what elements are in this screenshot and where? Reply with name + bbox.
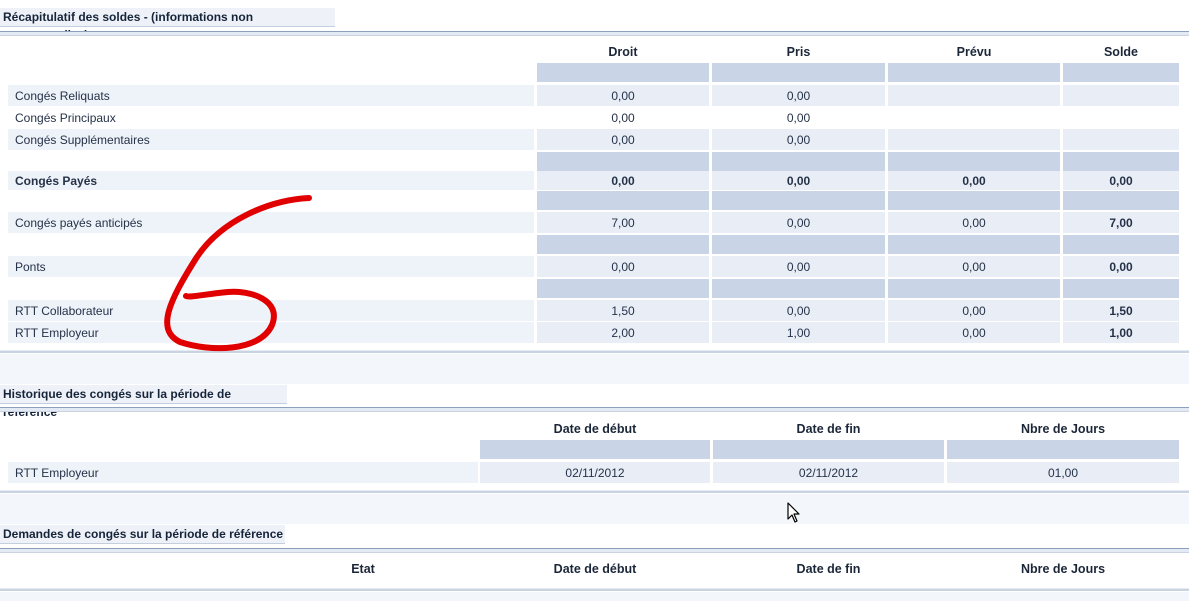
- cell-prevu: 0,00: [962, 326, 986, 340]
- row-label: RTT Employeur: [15, 326, 99, 340]
- section-title-historique: Historique des congés sur la période de …: [0, 385, 287, 419]
- col-header-solde: Solde: [1103, 45, 1139, 59]
- spacer: [0, 494, 1189, 524]
- cell-prevu: 0,00: [962, 304, 986, 318]
- cell-bg: [1063, 129, 1179, 150]
- cell-solde: 7,00: [1109, 216, 1133, 230]
- group-separator: [537, 235, 709, 254]
- cell-solde: 0,00: [1109, 174, 1133, 188]
- cell-pris: 0,00: [786, 304, 811, 318]
- col-header-prevu: Prévu: [956, 45, 992, 59]
- mouse-cursor-icon: [787, 502, 800, 523]
- col-header-date-fin: Date de fin: [796, 422, 861, 436]
- cell-prevu: 0,00: [962, 260, 986, 274]
- group-separator: [888, 191, 1060, 210]
- group-separator: [1063, 279, 1179, 298]
- cell-droit: 7,00: [611, 216, 635, 230]
- group-separator: [1063, 152, 1179, 171]
- section-divider: [0, 548, 1189, 553]
- col-header-pris: Pris: [786, 45, 811, 59]
- cell-droit: 0,00: [611, 260, 635, 274]
- col-header-date-debut: Date de début: [553, 422, 637, 436]
- cell-date-fin: 02/11/2012: [798, 466, 859, 480]
- group-separator: [1063, 191, 1179, 210]
- cell-pris: 1,00: [786, 326, 811, 340]
- cell-prevu: 0,00: [962, 216, 986, 230]
- group-separator: [888, 235, 1060, 254]
- row-label: Congés Supplémentaires: [15, 133, 150, 147]
- row-label: Congés Payés: [15, 174, 98, 188]
- cell-droit: 0,00: [611, 111, 635, 125]
- header-band: [713, 440, 944, 459]
- col-header-etat: Etat: [351, 562, 375, 576]
- group-separator: [888, 279, 1060, 298]
- col-header-date-debut: Date de début: [553, 562, 637, 576]
- group-separator: [712, 152, 885, 171]
- cell-pris: 0,00: [786, 111, 811, 125]
- cell-prevu: 0,00: [962, 174, 986, 188]
- row-label: Congés Principaux: [15, 111, 116, 125]
- section-title-soldes: Récapitulatif des soldes - (informations…: [0, 8, 335, 42]
- cell-droit: 0,00: [611, 133, 635, 147]
- cell-bg: [1063, 85, 1179, 106]
- group-separator: [537, 279, 709, 298]
- header-band: [480, 440, 710, 459]
- group-separator: [712, 191, 885, 210]
- section-title-demandes: Demandes de congés sur la période de réf…: [0, 525, 285, 544]
- row-label: RTT Employeur: [15, 466, 99, 480]
- cell-bg: [888, 85, 1060, 106]
- group-separator: [888, 152, 1060, 171]
- cell-solde: 1,00: [1109, 326, 1133, 340]
- cell-solde: 0,00: [1109, 260, 1133, 274]
- row-label: Ponts: [15, 260, 46, 274]
- group-separator: [537, 191, 709, 210]
- row-label: Congés Reliquats: [15, 89, 110, 103]
- cell-bg: [888, 129, 1060, 150]
- col-header-nbre-jours: Nbre de Jours: [1020, 422, 1106, 436]
- cell-droit: 0,00: [611, 89, 635, 103]
- col-header-nbre-jours: Nbre de Jours: [1020, 562, 1106, 576]
- spacer: [0, 592, 1189, 601]
- cell-pris: 0,00: [786, 260, 811, 274]
- cell-droit: 1,50: [611, 304, 635, 318]
- section-bottom-border: [0, 490, 1189, 493]
- header-band: [1063, 63, 1179, 82]
- cell-pris: 0,00: [786, 133, 811, 147]
- col-header-date-fin: Date de fin: [796, 562, 861, 576]
- handwritten-six-icon: [164, 195, 312, 352]
- cell-pris: 0,00: [786, 89, 811, 103]
- header-band: [888, 63, 1060, 82]
- header-band: [947, 440, 1179, 459]
- row-label: RTT Collaborateur: [15, 304, 114, 318]
- cell-nbre-jours: 01,00: [1047, 466, 1079, 480]
- header-band: [537, 63, 709, 82]
- group-separator: [537, 152, 709, 171]
- cell-droit: 2,00: [611, 326, 635, 340]
- cell-droit: 0,00: [611, 174, 635, 188]
- cell-date-debut: 02/11/2012: [565, 466, 625, 480]
- col-header-droit: Droit: [608, 45, 638, 59]
- group-separator: [1063, 235, 1179, 254]
- section-bottom-border: [0, 588, 1189, 591]
- group-separator: [712, 235, 885, 254]
- row-label: Congés payés anticipés: [15, 216, 143, 230]
- cell-pris: 0,00: [786, 174, 811, 188]
- section-divider: [0, 407, 1189, 412]
- cell-pris: 0,00: [786, 216, 811, 230]
- header-band: [712, 63, 885, 82]
- cell-solde: 1,50: [1109, 304, 1133, 318]
- group-separator: [712, 279, 885, 298]
